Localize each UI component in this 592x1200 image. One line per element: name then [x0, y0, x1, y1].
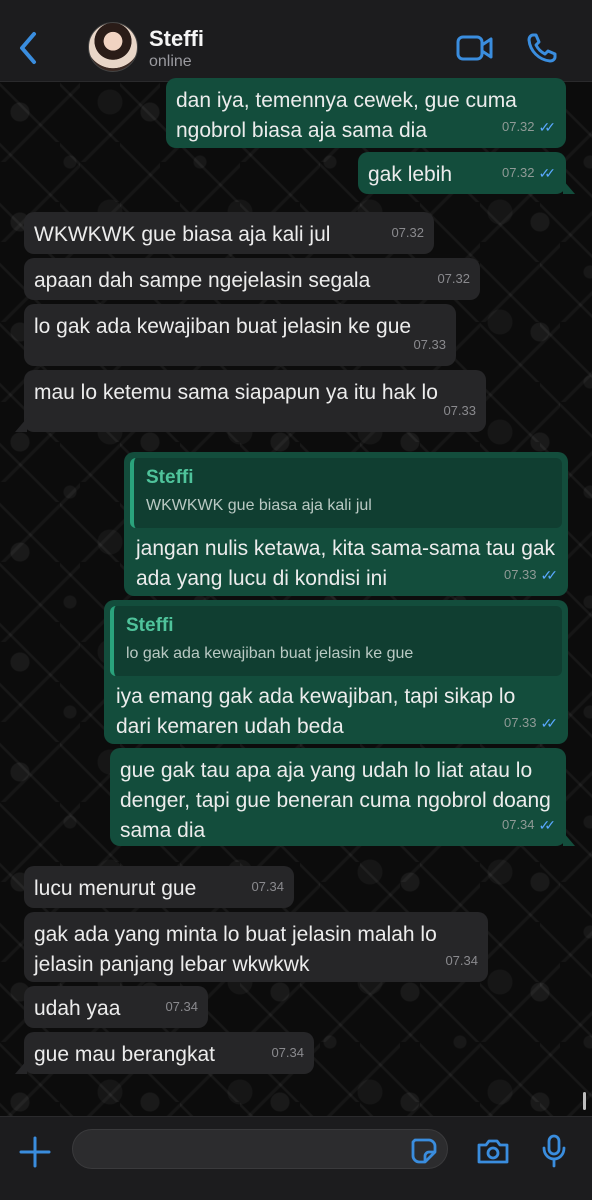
camera-button[interactable]	[476, 1137, 510, 1170]
quoted-sender: Steffi	[126, 615, 174, 636]
plus-icon	[19, 1136, 51, 1168]
message-incoming[interactable]: gak ada yang minta lo buat jelasin malah…	[24, 912, 488, 982]
chat-header: Steffi online	[0, 0, 592, 82]
message-time: 07.34	[445, 953, 478, 968]
message-text: lucu menurut gue	[34, 877, 197, 900]
message-text: WKWKWK gue biasa aja kali jul	[34, 223, 331, 246]
message-list[interactable]: dan iya, temennya cewek, gue cuma ngobro…	[0, 78, 592, 1116]
contact-status: online	[149, 53, 192, 70]
message-incoming[interactable]: mau lo ketemu sama siapapun ya itu hak l…	[15, 370, 486, 432]
read-receipt-icon: ✓✓	[538, 165, 557, 181]
sticker-button[interactable]	[410, 1137, 438, 1170]
quoted-message[interactable]: Steffi lo gak ada kewajiban buat jelasin…	[110, 606, 562, 676]
avatar[interactable]	[88, 22, 138, 72]
voice-call-button[interactable]	[526, 32, 558, 69]
message-text: jangan nulis ketawa, kita sama-sama tau …	[136, 537, 556, 590]
quoted-text: lo gak ada kewajiban buat jelasin ke gue	[126, 645, 414, 662]
message-incoming[interactable]: lo gak ada kewajiban buat jelasin ke gue…	[24, 304, 456, 366]
message-incoming[interactable]: apaan dah sampe ngejelasin segala 07.32	[24, 258, 480, 300]
read-receipt-icon: ✓✓	[540, 715, 559, 731]
message-text: gue mau berangkat	[34, 1043, 215, 1066]
message-outgoing-reply[interactable]: Steffi WKWKWK gue biasa aja kali jul jan…	[124, 452, 568, 596]
message-time: 07.34	[501, 817, 535, 832]
message-incoming[interactable]: udah yaa 07.34	[24, 986, 208, 1028]
message-time: 07.34	[271, 1045, 304, 1060]
message-outgoing[interactable]: gak lebih 07.32 ✓✓	[358, 152, 575, 194]
read-receipt-icon: ✓✓	[540, 567, 559, 583]
message-time: 07.33	[503, 715, 537, 730]
scrollbar[interactable]	[583, 1092, 586, 1110]
message-text: dan iya, temennya cewek, gue cuma ngobro…	[176, 89, 517, 142]
message-meta: 07.33 ✓✓	[504, 708, 558, 738]
message-text: apaan dah sampe ngejelasin segala	[34, 269, 371, 292]
message-outgoing[interactable]: gue gak tau apa aja yang udah lo liat at…	[110, 748, 575, 846]
message-outgoing[interactable]: dan iya, temennya cewek, gue cuma ngobro…	[166, 78, 566, 148]
microphone-icon	[542, 1134, 566, 1168]
message-text: mau lo ketemu sama siapapun ya itu hak l…	[34, 381, 438, 404]
message-text: iya emang gak ada kewajiban, tapi sikap …	[116, 685, 516, 738]
message-time: 07.34	[251, 879, 284, 894]
quoted-text: WKWKWK gue biasa aja kali jul	[146, 497, 372, 514]
message-text: lo gak ada kewajiban buat jelasin ke gue	[34, 315, 412, 338]
message-incoming[interactable]: gue mau berangkat 07.34	[15, 1032, 314, 1074]
message-meta: 07.32 ✓✓	[502, 158, 556, 188]
contact-name[interactable]: Steffi	[149, 26, 204, 52]
quoted-sender: Steffi	[146, 467, 194, 488]
message-time: 07.32	[501, 165, 535, 180]
message-meta: 07.33 ✓✓	[504, 560, 558, 590]
back-button[interactable]	[14, 30, 44, 66]
video-call-button[interactable]	[456, 34, 494, 67]
message-time: 07.32	[437, 271, 470, 286]
attach-button[interactable]	[18, 1135, 52, 1174]
message-time: 07.33	[413, 337, 446, 352]
composer-bar	[0, 1116, 592, 1200]
message-time: 07.34	[165, 999, 198, 1014]
message-text: gue gak tau apa aja yang udah lo liat at…	[120, 759, 551, 842]
chevron-left-icon	[20, 32, 36, 64]
message-time: 07.33	[503, 567, 537, 582]
message-outgoing-reply[interactable]: Steffi lo gak ada kewajiban buat jelasin…	[104, 600, 568, 744]
message-time: 07.32	[501, 119, 535, 134]
read-receipt-icon: ✓✓	[538, 119, 557, 135]
message-time: 07.32	[391, 225, 424, 240]
microphone-button[interactable]	[540, 1133, 568, 1174]
message-meta: 07.34 ✓✓	[502, 810, 556, 840]
message-incoming[interactable]: lucu menurut gue 07.34	[24, 866, 294, 908]
quoted-message[interactable]: Steffi WKWKWK gue biasa aja kali jul	[130, 458, 562, 528]
message-meta: 07.32 ✓✓	[502, 112, 556, 142]
read-receipt-icon: ✓✓	[538, 817, 557, 833]
video-call-icon	[456, 35, 493, 61]
message-text: gak ada yang minta lo buat jelasin malah…	[34, 923, 437, 976]
message-input[interactable]	[72, 1129, 448, 1169]
message-incoming[interactable]: WKWKWK gue biasa aja kali jul 07.32	[24, 212, 434, 254]
sticker-icon	[411, 1138, 437, 1164]
message-time: 07.33	[443, 403, 476, 418]
camera-icon	[477, 1139, 509, 1164]
phone-icon	[527, 33, 557, 63]
